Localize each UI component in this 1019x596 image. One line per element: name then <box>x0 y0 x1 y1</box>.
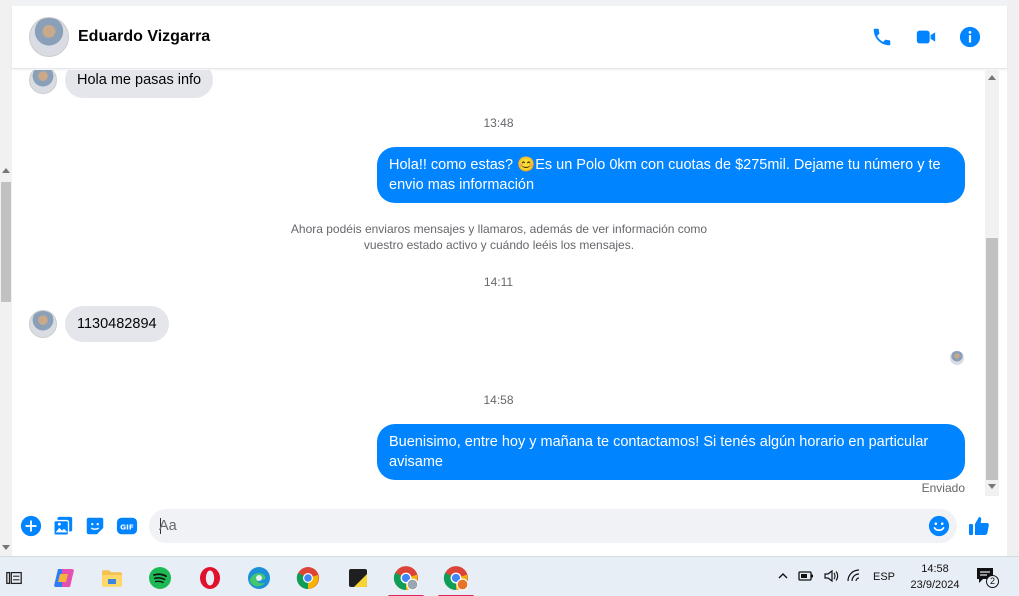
battery-button[interactable] <box>793 569 819 586</box>
chrome-profile-icon <box>393 566 419 591</box>
audio-call-button[interactable] <box>869 24 895 50</box>
image-icon <box>53 516 73 536</box>
message-bubble[interactable]: 1130482894 <box>65 306 169 342</box>
edge-icon <box>248 567 270 589</box>
folder-icon <box>102 570 122 587</box>
show-hidden-icons-button[interactable] <box>773 570 793 585</box>
phone-icon <box>873 28 891 46</box>
timestamp: 14:11 <box>483 275 514 289</box>
clock-date: 23/9/2024 <box>910 579 960 591</box>
scroll-up-arrow-icon[interactable] <box>2 168 10 173</box>
opera-icon <box>200 567 220 589</box>
chrome-profile-icon <box>443 566 469 591</box>
gif-button[interactable]: GIF <box>116 515 138 537</box>
scroll-up-arrow-icon[interactable] <box>988 75 996 80</box>
contact-avatar-small <box>29 70 57 94</box>
video-camera-icon <box>916 30 936 44</box>
notifications-button[interactable]: 2 <box>975 565 1001 589</box>
page-scrollbar[interactable] <box>0 0 12 556</box>
chat-scroll-thumb[interactable] <box>986 238 998 480</box>
taskbar-file-explorer[interactable] <box>94 561 130 595</box>
chat-scrollbar[interactable] <box>985 70 999 496</box>
svg-text:GIF: GIF <box>120 523 134 532</box>
taskbar-spotify[interactable] <box>142 561 178 595</box>
wifi-icon <box>847 568 860 581</box>
page-scroll-thumb[interactable] <box>1 182 11 302</box>
taskbar-chrome-profile-2[interactable] <box>438 561 474 596</box>
taskbar-chrome-profile-1[interactable] <box>388 561 424 596</box>
message-bubble[interactable]: Hola me pasas info <box>65 70 214 98</box>
gif-icon: GIF <box>116 517 138 535</box>
timestamp: 13:48 <box>483 116 514 130</box>
conversation-header: Eduardo Vizgarra <box>12 6 1007 69</box>
clock-button[interactable]: 14:58 23/9/2024 <box>896 561 974 593</box>
system-notice: Ahora podéis enviaros mensajes y llamaro… <box>290 222 708 252</box>
taskbar-sticky-notes[interactable] <box>340 561 376 595</box>
task-view-icon <box>6 571 22 585</box>
contact-avatar-small <box>29 310 57 338</box>
scroll-down-arrow-icon[interactable] <box>2 545 10 550</box>
emoji-button[interactable] <box>928 515 950 537</box>
message-input-container[interactable] <box>149 509 957 543</box>
notification-count-badge: 2 <box>986 575 999 588</box>
message-composer: GIF <box>12 500 1007 556</box>
messenger-panel: Eduardo Vizgarra Hola me pasas info 13:4… <box>12 0 1007 556</box>
outgoing-message-bubble[interactable]: Buenisimo, entre hoy y mañana te contact… <box>377 424 965 480</box>
conversation-info-button[interactable] <box>957 24 983 50</box>
spotify-icon <box>149 567 171 589</box>
taskbar-edge[interactable] <box>241 561 277 595</box>
taskbar-chrome[interactable] <box>290 561 326 595</box>
chrome-icon <box>296 567 319 590</box>
delivery-status: Enviado <box>921 481 965 495</box>
screen: Eduardo Vizgarra Hola me pasas info 13:4… <box>0 0 1019 596</box>
plus-circle-icon <box>20 515 42 537</box>
scroll-down-arrow-icon[interactable] <box>988 484 996 489</box>
info-icon <box>959 26 981 48</box>
windows-taskbar: ESP 14:58 23/9/2024 2 <box>0 556 1019 596</box>
like-button[interactable] <box>967 514 991 538</box>
thumbs-up-icon <box>969 517 989 535</box>
sticker-icon <box>86 517 104 535</box>
emoji-icon <box>928 515 950 537</box>
contact-name[interactable]: Eduardo Vizgarra <box>78 28 210 46</box>
timestamp: 14:58 <box>483 393 514 407</box>
taskbar-opera[interactable] <box>192 561 228 595</box>
speaker-icon <box>824 569 839 582</box>
chevron-up-icon <box>778 572 788 578</box>
outgoing-message-bubble[interactable]: Hola!! como estas? 😊Es un Polo 0km con c… <box>377 147 965 203</box>
network-button[interactable] <box>843 568 867 586</box>
taskbar-copilot[interactable] <box>46 561 82 595</box>
task-view-button[interactable] <box>0 561 32 595</box>
message-input[interactable] <box>159 509 919 543</box>
more-actions-button[interactable] <box>20 515 42 537</box>
system-tray: ESP <box>773 557 901 596</box>
battery-plug-icon <box>798 570 813 581</box>
sticker-button[interactable] <box>84 515 106 537</box>
incoming-message: 1130482894 <box>29 306 169 342</box>
clock-time: 14:58 <box>921 563 949 575</box>
sticky-notes-icon <box>349 569 367 587</box>
volume-button[interactable] <box>819 569 843 586</box>
contact-avatar[interactable] <box>29 17 69 57</box>
message-list[interactable]: Hola me pasas info 13:48 Hola!! como est… <box>12 70 985 500</box>
video-call-button[interactable] <box>913 24 939 50</box>
seen-avatar-indicator <box>950 351 964 365</box>
attach-image-button[interactable] <box>52 515 74 537</box>
copilot-icon <box>54 569 74 587</box>
incoming-message: Hola me pasas info <box>29 70 214 98</box>
